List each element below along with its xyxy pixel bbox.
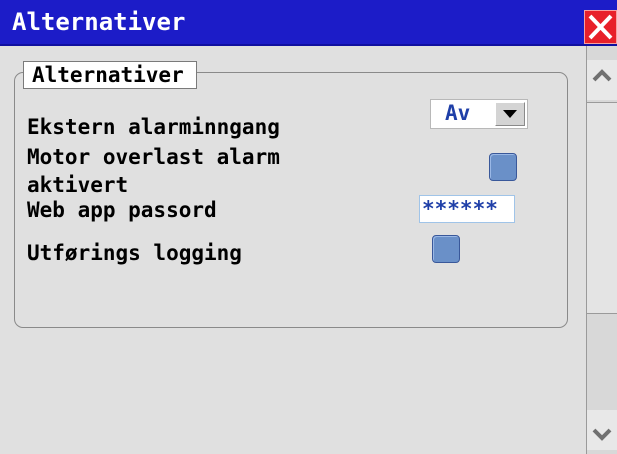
dropdown-selected-value: Av	[445, 101, 471, 125]
execution-logging-label: Utførings logging	[27, 241, 242, 265]
scroll-up-button[interactable]	[587, 60, 617, 100]
motor-overload-label-line2: aktivert	[27, 173, 129, 197]
dropdown-arrow-button[interactable]	[495, 102, 525, 126]
scroll-thumb[interactable]	[587, 102, 617, 314]
groupbox-legend: Alternativer	[23, 61, 197, 89]
external-alarm-dropdown[interactable]: Av	[430, 99, 528, 129]
title-bar: Alternativer	[0, 0, 617, 46]
chevron-down-icon	[503, 110, 517, 118]
external-alarm-label: Ekstern alarminngang	[27, 115, 280, 139]
web-password-field[interactable]: ******	[419, 195, 515, 223]
chevron-up-icon	[592, 69, 612, 82]
window-title: Alternativer	[12, 8, 186, 36]
execution-logging-checkbox[interactable]	[432, 235, 460, 263]
motor-overload-label-line1: Motor overlast alarm	[27, 145, 280, 169]
web-password-label: Web app passord	[27, 198, 217, 222]
chevron-down-icon	[592, 428, 612, 441]
close-button[interactable]	[584, 10, 617, 44]
scroll-track[interactable]	[587, 314, 617, 410]
vertical-scrollbar[interactable]	[586, 46, 617, 454]
motor-overload-checkbox[interactable]	[489, 153, 517, 181]
scroll-down-button[interactable]	[587, 410, 617, 450]
close-x-icon	[588, 14, 613, 40]
